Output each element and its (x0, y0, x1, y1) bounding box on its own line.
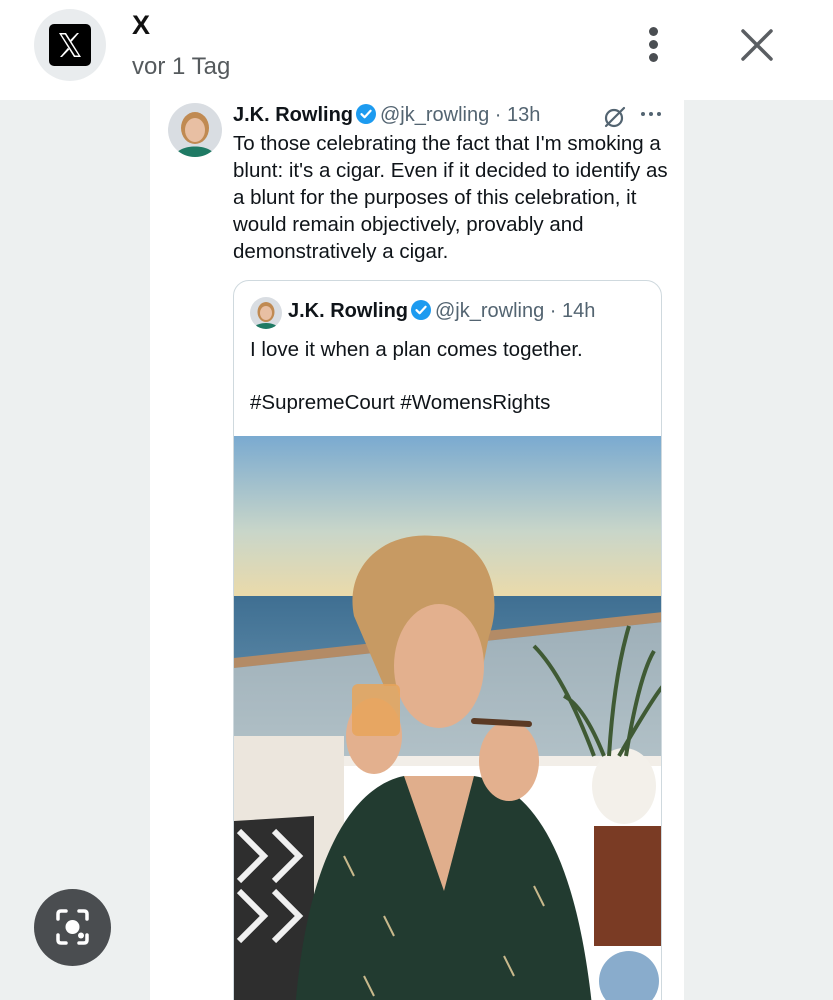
verified-badge-icon (356, 104, 376, 130)
quoted-tweet[interactable]: J.K. Rowling @jk_rowling · 14h I love it … (233, 280, 662, 1000)
more-horizontal-icon[interactable] (640, 110, 662, 120)
handle-time: @jk_rowling · 14h (435, 300, 596, 322)
notification-header: X vor 1 Tag (0, 0, 833, 100)
close-icon[interactable] (734, 22, 780, 68)
handle-time: @jk_rowling · 13h (380, 104, 541, 126)
author-name[interactable]: J.K. Rowling (233, 104, 353, 126)
notification-time: vor 1 Tag (132, 53, 231, 80)
lens-search-icon[interactable] (34, 889, 111, 966)
quoted-tweet-hashtags[interactable]: #SupremeCourt #WomensRights (250, 389, 650, 416)
app-title: X (132, 10, 151, 40)
app-icon[interactable] (34, 9, 106, 81)
quoted-tweet-line: I love it when a plan comes together. (250, 338, 583, 361)
quoted-tweet-text: I love it when a plan comes together. #S… (250, 336, 650, 416)
verified-badge-icon (411, 300, 431, 326)
avatar (168, 103, 222, 157)
avatar (250, 297, 282, 329)
x-logo-icon (49, 24, 91, 66)
more-vertical-icon[interactable] (636, 22, 672, 68)
tweet-text: To those celebrating the fact that I'm s… (233, 132, 668, 263)
tweet-photo[interactable] (234, 436, 662, 1000)
quoted-tweet-header: J.K. Rowling @jk_rowling · 14h (288, 300, 595, 326)
tweet-screenshot: J.K. Rowling @jk_rowling · 13h To those c… (150, 100, 684, 1000)
author-name: J.K. Rowling (288, 300, 408, 322)
